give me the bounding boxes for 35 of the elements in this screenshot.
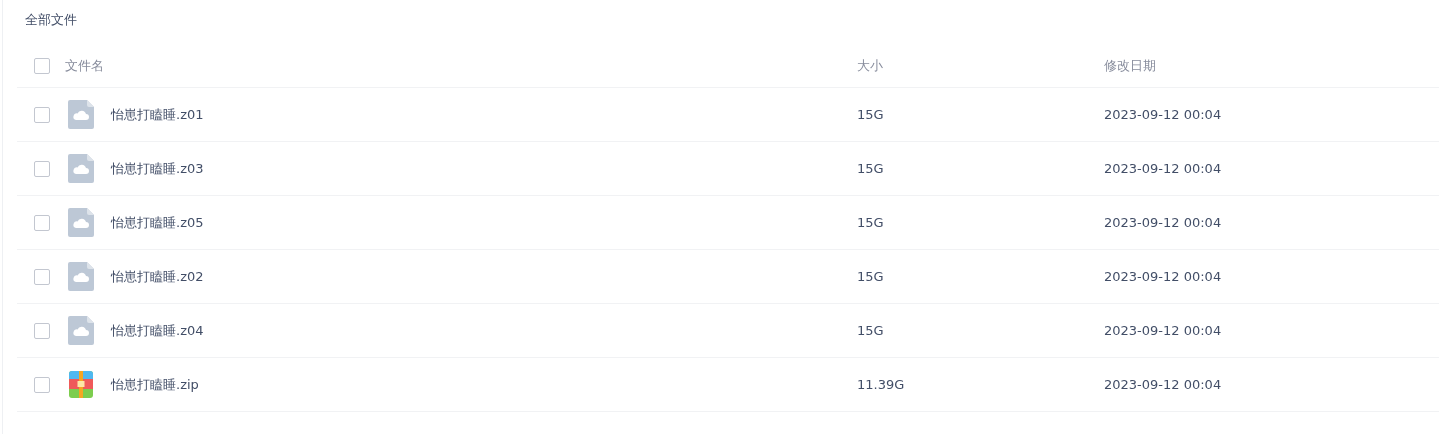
cloud-file-icon <box>68 154 94 183</box>
file-name[interactable]: 怡崽打瞌睡.z05 <box>111 212 204 233</box>
archive-file-icon <box>68 370 94 399</box>
breadcrumb-label[interactable]: 全部文件 <box>17 10 1439 30</box>
file-name[interactable]: 怡崽打瞌睡.zip <box>111 374 199 395</box>
modified-date: 2023-09-12 00:04 <box>1104 322 1222 338</box>
checkbox[interactable] <box>34 268 50 285</box>
checkbox[interactable] <box>34 160 50 177</box>
column-header[interactable]: 大小 <box>857 57 883 73</box>
file-size: 15G <box>857 268 884 284</box>
file-size: 15G <box>857 160 884 176</box>
checkbox[interactable] <box>34 322 50 339</box>
file-name[interactable]: 怡崽打瞌睡.z02 <box>111 266 204 287</box>
file-size: 15G <box>857 106 884 122</box>
file-name[interactable]: 怡崽打瞌睡.z04 <box>111 320 204 341</box>
checkbox[interactable] <box>34 106 50 123</box>
modified-date: 2023-09-12 00:04 <box>1104 106 1222 122</box>
modified-date: 2023-09-12 00:04 <box>1104 160 1222 176</box>
file-name[interactable]: 怡崽打瞌睡.z03 <box>111 158 204 179</box>
file-size: 15G <box>857 214 884 230</box>
checkbox[interactable] <box>34 57 50 74</box>
modified-date: 2023-09-12 00:04 <box>1104 376 1222 392</box>
cloud-file-icon <box>68 262 94 291</box>
file-name[interactable]: 怡崽打瞌睡.z01 <box>111 104 204 125</box>
column-header[interactable]: 文件名 <box>65 55 104 76</box>
cloud-file-icon <box>68 100 94 129</box>
checkbox[interactable] <box>34 376 50 393</box>
checkbox[interactable] <box>34 214 50 231</box>
file-size: 11.39G <box>857 376 905 392</box>
file-size: 15G <box>857 322 884 338</box>
cloud-file-icon <box>68 208 94 237</box>
column-header[interactable]: 修改日期 <box>1104 57 1156 73</box>
modified-date: 2023-09-12 00:04 <box>1104 268 1222 284</box>
modified-date: 2023-09-12 00:04 <box>1104 214 1222 230</box>
cloud-file-icon <box>68 316 94 345</box>
